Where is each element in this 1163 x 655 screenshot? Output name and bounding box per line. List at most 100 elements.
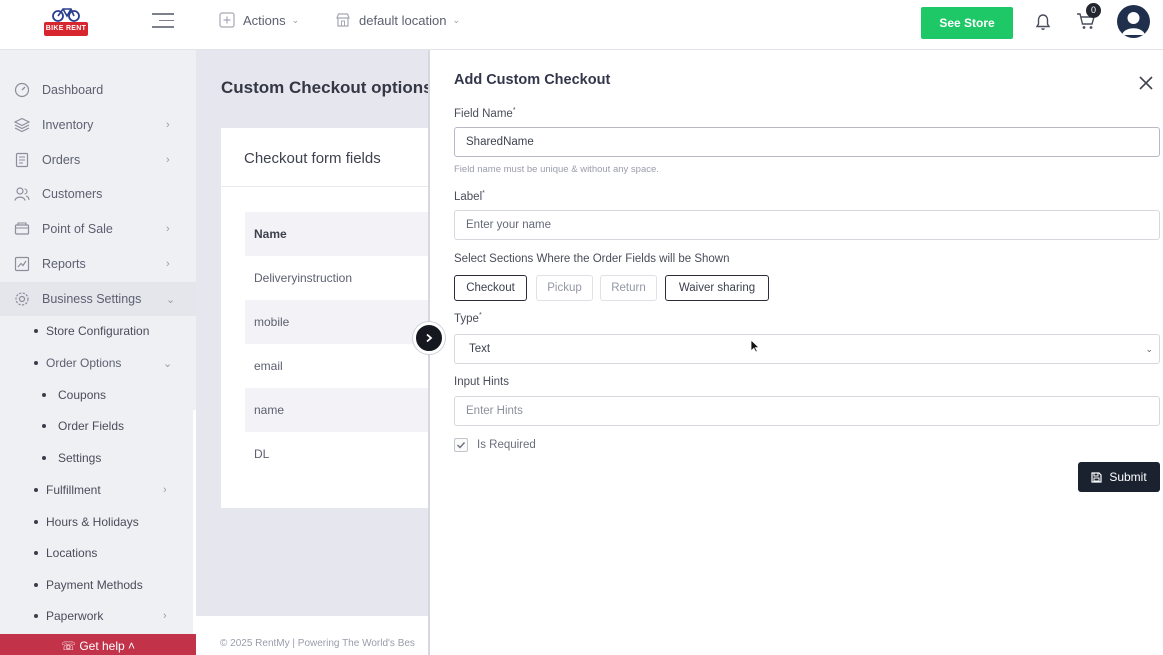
sidebar-item-label: Inventory [42, 118, 94, 132]
bullet-icon [34, 520, 38, 524]
sidebar-subitem-store-configuration[interactable]: Store Configuration [0, 316, 196, 346]
sidebar: Dashboard Inventory › Orders › Customers… [0, 50, 196, 655]
table-row[interactable]: name [245, 388, 428, 432]
chevron-down-icon: ⌄ [163, 357, 173, 370]
sidebar-item-label: Point of Sale [42, 222, 113, 236]
field-name-label-text: Field Name [454, 107, 513, 120]
users-icon [14, 187, 30, 201]
field-name-help: Field name must be unique & without any … [454, 164, 659, 175]
sidebar-item-label: Reports [42, 257, 86, 271]
footer: © 2025 RentMy | Powering The World's Bes [196, 616, 428, 655]
sidebar-item-label: Dashboard [42, 83, 104, 97]
chevron-right-icon: › [163, 610, 167, 622]
field-name-input[interactable] [454, 127, 1160, 157]
table-row[interactable]: mobile [245, 300, 428, 344]
sidebar-subitem-hours-holidays[interactable]: Hours & Holidays [0, 507, 196, 537]
section-return-button[interactable]: Return [600, 275, 657, 301]
sections-label: Select Sections Where the Order Fields w… [454, 253, 730, 265]
chevron-down-icon: ⌄ [291, 14, 300, 25]
bike-rent-logo[interactable]: BIKE RENT [44, 6, 88, 38]
drawer-toggle-button[interactable] [413, 322, 445, 354]
see-store-button[interactable]: See Store [921, 7, 1013, 39]
input-hints-input[interactable] [454, 396, 1160, 426]
bullet-icon [42, 456, 46, 460]
logo-text: BIKE RENT [44, 22, 88, 36]
chart-icon [14, 256, 30, 272]
bell-icon[interactable] [1035, 13, 1051, 31]
table-row[interactable]: email [245, 344, 428, 388]
menu-toggle-icon[interactable] [152, 13, 174, 31]
bicycle-icon [52, 8, 80, 22]
gear-icon [15, 292, 29, 306]
type-label: Type* [454, 312, 482, 325]
sidebar-subitem-paperwork[interactable]: Paperwork › [0, 601, 196, 631]
sidebar-subitem-locations[interactable]: Locations [0, 538, 196, 568]
chevron-right-icon: › [166, 258, 170, 270]
sidebar-subitem-label: Payment Methods [46, 578, 143, 592]
drawer-title: Add Custom Checkout [454, 72, 611, 88]
sidebar-item-point-of-sale[interactable]: Point of Sale › [0, 212, 196, 246]
label-input[interactable] [454, 210, 1160, 240]
checkmark-icon [457, 442, 466, 449]
submit-button[interactable]: Submit [1078, 462, 1160, 492]
table-row[interactable]: DL [245, 432, 428, 476]
dashboard-icon [14, 82, 30, 98]
sidebar-subitem-label: Order Fields [58, 419, 125, 433]
sidebar-subitem-label: Paperwork [46, 609, 104, 623]
headset-icon: ☏ [60, 639, 76, 653]
is-required-row: Is Required [454, 438, 536, 452]
bullet-icon [34, 614, 38, 618]
sidebar-item-business-settings[interactable]: Business Settings ⌄ [0, 282, 196, 316]
pos-icon [14, 222, 30, 235]
sidebar-subitem-order-fields[interactable]: Order Fields [0, 411, 196, 441]
sidebar-subitem-label: Store Configuration [46, 324, 150, 338]
chevron-down-icon: ⌄ [166, 293, 176, 306]
user-avatar[interactable] [1117, 5, 1150, 38]
sidebar-subitem-coupons[interactable]: Coupons [0, 380, 196, 410]
section-pickup-button[interactable]: Pickup [536, 275, 593, 301]
bullet-icon [34, 361, 38, 365]
cart-count-badge: 0 [1086, 3, 1101, 18]
required-mark: * [512, 107, 516, 114]
sidebar-item-label: Customers [42, 187, 103, 201]
sidebar-subitem-order-options[interactable]: Order Options ⌄ [0, 348, 196, 378]
main-content: Custom Checkout options Checkout form fi… [196, 50, 428, 655]
sidebar-subitem-label: Fulfillment [46, 483, 101, 497]
section-checkout-button[interactable]: Checkout [454, 275, 527, 301]
bullet-icon [34, 583, 38, 587]
table-header: Name [245, 212, 428, 256]
sidebar-item-reports[interactable]: Reports › [0, 247, 196, 281]
get-help-label: Get help [79, 639, 125, 653]
sidebar-item-orders[interactable]: Orders › [0, 143, 196, 177]
bullet-icon [42, 424, 46, 428]
mouse-cursor-icon [750, 339, 760, 353]
sidebar-subitem-label: Order Options [46, 356, 122, 370]
label-label: Label* [454, 190, 485, 203]
sidebar-subitem-settings[interactable]: Settings [0, 443, 196, 473]
sidebar-item-inventory[interactable]: Inventory › [0, 108, 196, 142]
chevron-right-icon: › [166, 154, 170, 166]
card-title: Checkout form fields [244, 150, 381, 167]
sidebar-subitem-fulfillment[interactable]: Fulfillment › [0, 475, 196, 505]
actions-dropdown[interactable]: Actions ⌄ [219, 12, 299, 28]
field-name-label: Field Name* [454, 107, 516, 120]
sidebar-subitem-label: Hours & Holidays [46, 515, 139, 529]
close-icon[interactable] [1139, 76, 1153, 90]
sidebar-subitem-payment-methods[interactable]: Payment Methods [0, 570, 196, 600]
is-required-label: Is Required [477, 439, 536, 451]
sidebar-subitem-label: Settings [58, 451, 102, 465]
bullet-icon [42, 393, 46, 397]
section-waiver-sharing-button[interactable]: Waiver sharing [665, 275, 769, 301]
plus-square-icon [219, 12, 235, 28]
location-dropdown[interactable]: default location ⌄ [335, 12, 460, 28]
divider [221, 186, 428, 187]
sidebar-item-label: Business Settings [42, 292, 142, 306]
is-required-checkbox[interactable] [454, 438, 468, 452]
required-mark: * [478, 312, 482, 319]
chevron-down-icon: ⌄ [1145, 344, 1153, 354]
sidebar-item-customers[interactable]: Customers [0, 177, 196, 211]
get-help-button[interactable]: ☏ Get help ˄ [0, 634, 196, 655]
type-select[interactable]: Text ⌄ [454, 334, 1160, 364]
sidebar-item-dashboard[interactable]: Dashboard [0, 73, 196, 107]
table-row[interactable]: Deliveryinstruction [245, 256, 428, 300]
